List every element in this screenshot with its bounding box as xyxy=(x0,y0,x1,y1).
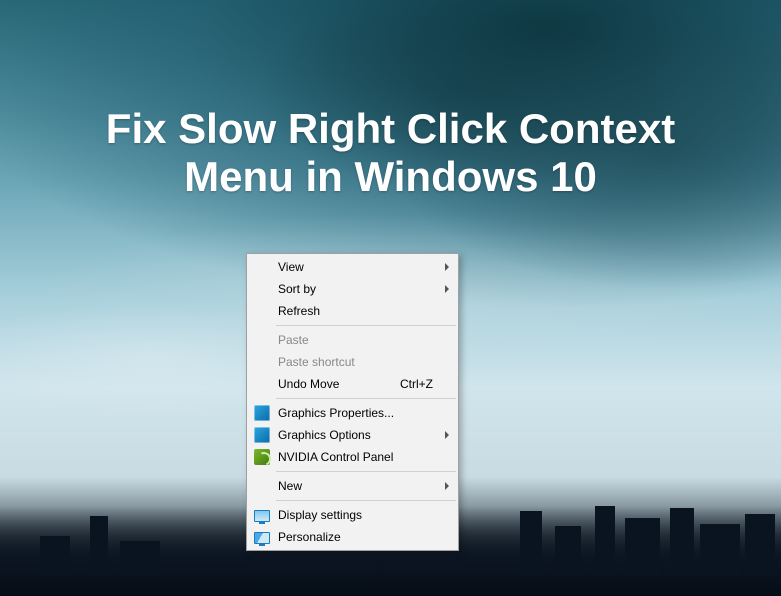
menu-separator xyxy=(276,398,456,399)
intel-graphics-icon xyxy=(254,427,270,443)
menu-label: View xyxy=(278,260,433,274)
title-line-2: Menu in Windows 10 xyxy=(184,153,597,200)
page-title: Fix Slow Right Click Context Menu in Win… xyxy=(0,105,781,202)
menu-item-nvidia-control-panel[interactable]: NVIDIA Control Panel xyxy=(248,446,457,468)
menu-label: Personalize xyxy=(278,530,433,544)
menu-separator xyxy=(276,471,456,472)
desktop-context-menu: View Sort by Refresh Paste Paste shortcu… xyxy=(246,253,459,551)
nvidia-icon xyxy=(254,449,270,465)
submenu-arrow-icon xyxy=(445,482,449,490)
display-settings-icon xyxy=(254,507,270,523)
personalize-icon xyxy=(254,529,270,545)
menu-label: Sort by xyxy=(278,282,433,296)
menu-separator xyxy=(276,500,456,501)
menu-item-paste-shortcut: Paste shortcut xyxy=(248,351,457,373)
menu-item-undo-move[interactable]: Undo Move Ctrl+Z xyxy=(248,373,457,395)
menu-item-personalize[interactable]: Personalize xyxy=(248,526,457,548)
menu-label: Refresh xyxy=(278,304,433,318)
menu-item-view[interactable]: View xyxy=(248,256,457,278)
menu-item-sort-by[interactable]: Sort by xyxy=(248,278,457,300)
submenu-arrow-icon xyxy=(445,263,449,271)
menu-label: Graphics Options xyxy=(278,428,433,442)
menu-label: Paste shortcut xyxy=(278,355,433,369)
menu-item-display-settings[interactable]: Display settings xyxy=(248,504,457,526)
menu-label: Paste xyxy=(278,333,433,347)
menu-item-new[interactable]: New xyxy=(248,475,457,497)
menu-label: Undo Move xyxy=(278,377,400,391)
menu-label: NVIDIA Control Panel xyxy=(278,450,433,464)
menu-label: New xyxy=(278,479,433,493)
menu-item-graphics-properties[interactable]: Graphics Properties... xyxy=(248,402,457,424)
menu-item-graphics-options[interactable]: Graphics Options xyxy=(248,424,457,446)
title-line-1: Fix Slow Right Click Context xyxy=(106,105,675,152)
intel-graphics-icon xyxy=(254,405,270,421)
menu-separator xyxy=(276,325,456,326)
menu-shortcut: Ctrl+Z xyxy=(400,377,433,391)
menu-item-paste: Paste xyxy=(248,329,457,351)
submenu-arrow-icon xyxy=(445,431,449,439)
submenu-arrow-icon xyxy=(445,285,449,293)
menu-label: Display settings xyxy=(278,508,433,522)
menu-label: Graphics Properties... xyxy=(278,406,433,420)
menu-item-refresh[interactable]: Refresh xyxy=(248,300,457,322)
